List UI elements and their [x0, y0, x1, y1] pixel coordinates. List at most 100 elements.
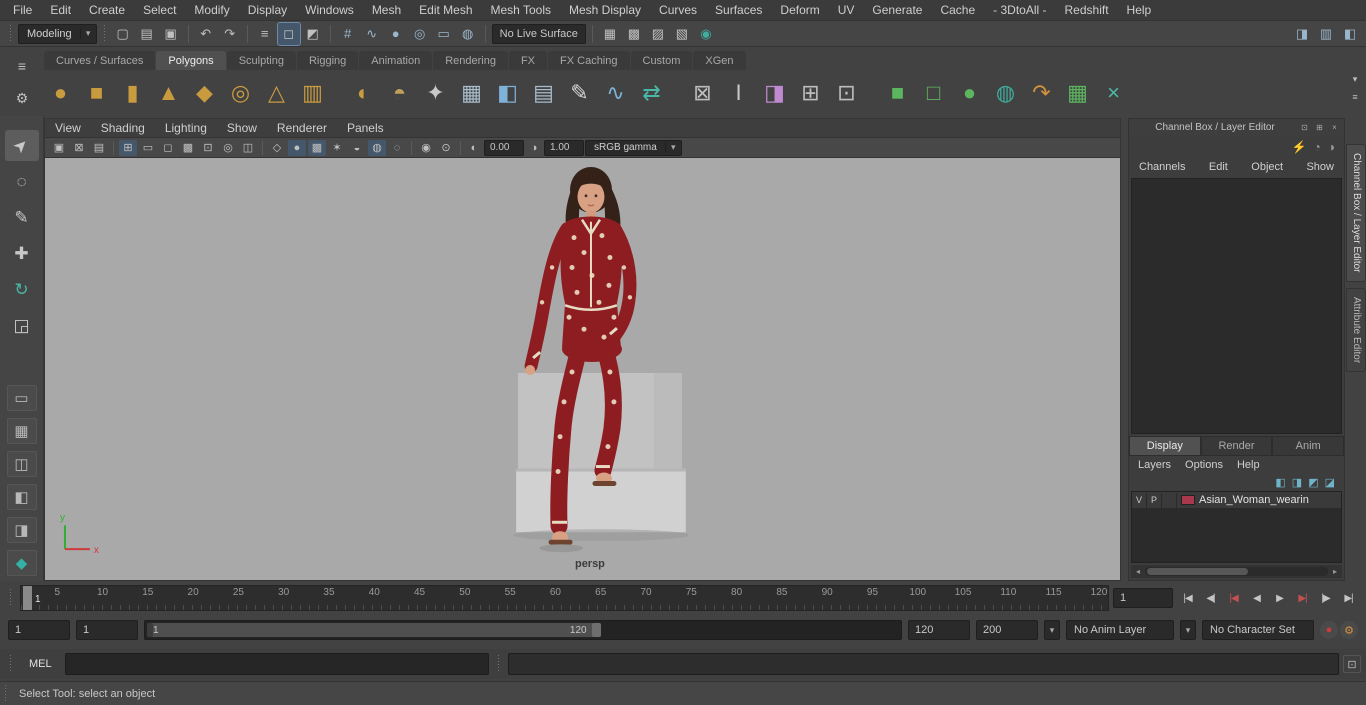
safe-title-icon[interactable]: ◫: [239, 140, 257, 156]
shelf-tab[interactable]: Rendering: [433, 51, 508, 70]
render-settings-icon[interactable]: ▧: [671, 23, 693, 45]
panel-menu-item[interactable]: View: [45, 121, 91, 135]
colorspace-dropdown[interactable]: sRGB gamma ▾: [585, 139, 682, 156]
grid-toggle-icon[interactable]: ⊞: [119, 139, 137, 156]
gate-mask-icon[interactable]: ▩: [179, 140, 197, 156]
platonic-solid-icon[interactable]: ✦: [419, 77, 452, 110]
live-surface-field[interactable]: No Live Surface: [491, 23, 586, 44]
quad-draw-icon[interactable]: ▦: [1061, 77, 1094, 110]
layer-type-cell[interactable]: [1162, 492, 1177, 508]
poly-pipe-icon[interactable]: ▥: [296, 77, 329, 110]
menu-item[interactable]: Mesh Tools: [482, 0, 560, 21]
curve-tool-icon[interactable]: ∿: [599, 77, 632, 110]
pencil-curve-icon[interactable]: ✎: [563, 77, 596, 110]
lock-camera-icon[interactable]: ⊠: [70, 140, 88, 156]
channel-box-toggle-icon[interactable]: ◧: [1339, 23, 1361, 45]
layer-row[interactable]: V P Asian_Woman_wearin: [1132, 492, 1341, 509]
layer-editor-tab[interactable]: Anim: [1272, 436, 1345, 456]
shelf-popup-icon[interactable]: ▾: [1348, 72, 1362, 86]
icon[interactable]: [332, 77, 344, 110]
scrollbar-track[interactable]: [1145, 567, 1328, 576]
new-scene-icon[interactable]: ▢: [112, 23, 134, 45]
range-end-handle[interactable]: [591, 623, 601, 637]
poly-cube-icon[interactable]: ■: [80, 77, 113, 110]
layer-swatch[interactable]: [1181, 495, 1195, 505]
xray-icon[interactable]: ⊙: [437, 140, 455, 156]
snap-grid-icon[interactable]: #: [337, 23, 359, 45]
snap-projected-center-icon[interactable]: ◎: [409, 23, 431, 45]
separate-icon[interactable]: □: [917, 77, 950, 110]
shelf-tab[interactable]: Curves / Surfaces: [44, 51, 156, 70]
grip-handle[interactable]: [8, 24, 13, 43]
shelf-tab[interactable]: Rigging: [296, 51, 359, 70]
camera-attributes-icon[interactable]: ▤: [90, 140, 108, 156]
go-to-end-button[interactable]: ▶|: [1338, 588, 1359, 608]
grip-handle[interactable]: [495, 655, 501, 673]
command-input[interactable]: [64, 653, 489, 675]
time-slider-ruler[interactable]: 1 5 10 15 20 25 30 35 40 45 50 55 60 65 70 75 80 85 90 95 1…: [20, 585, 1109, 611]
gamma-field[interactable]: 1.00: [544, 139, 584, 156]
range-slider-track[interactable]: 1 120: [144, 620, 902, 640]
layer-visible-toggle[interactable]: V: [1132, 492, 1147, 508]
animation-end-field[interactable]: [976, 620, 1038, 640]
character-set-field[interactable]: No Character Set: [1202, 620, 1314, 640]
smooth-sphere-icon[interactable]: ◐: [347, 77, 380, 110]
layer-editor-menu-item[interactable]: Help: [1237, 459, 1260, 471]
menu-item[interactable]: Mesh: [363, 0, 410, 21]
menu-item[interactable]: Edit Mesh: [410, 0, 481, 21]
panel-menu-item[interactable]: Shading: [91, 121, 155, 135]
ao-icon[interactable]: ◍: [368, 139, 386, 156]
shelf-list-icon[interactable]: ≡: [1348, 90, 1362, 104]
lights-icon[interactable]: ✶: [328, 140, 346, 156]
icon[interactable]: [113, 140, 114, 155]
sculpt-icon[interactable]: I: [722, 77, 755, 110]
shelf-tab[interactable]: Animation: [359, 51, 433, 70]
icon[interactable]: [460, 140, 461, 155]
menu-item[interactable]: Curves: [650, 0, 706, 21]
isolate-select-icon[interactable]: ◉: [417, 140, 435, 156]
modeling-toolkit-icon[interactable]: ◆: [6, 550, 37, 576]
menu-item[interactable]: Redshift: [1056, 0, 1118, 21]
save-scene-icon[interactable]: ▣: [160, 23, 182, 45]
symmetry-icon[interactable]: ⇄: [635, 77, 668, 110]
icon[interactable]: [866, 77, 878, 110]
icon[interactable]: [671, 77, 683, 110]
layer-list[interactable]: V P Asian_Woman_wearin: [1131, 491, 1342, 563]
layer-scrollbar[interactable]: ◂ ▸: [1131, 565, 1342, 578]
scrollbar-thumb[interactable]: [1147, 568, 1248, 575]
side-tab[interactable]: Channel Box / Layer Editor: [1346, 144, 1366, 282]
panel-menu-item[interactable]: Renderer: [267, 121, 337, 135]
move-layer-down-icon[interactable]: ◨: [1292, 476, 1302, 489]
gamma-icon[interactable]: ◑: [525, 140, 543, 156]
snap-point-icon[interactable]: ●: [385, 23, 407, 45]
menu-item[interactable]: Create: [80, 0, 134, 21]
step-back-key-button[interactable]: |◀: [1223, 588, 1244, 608]
move-tool[interactable]: ✚: [5, 238, 39, 269]
ipr-render-icon[interactable]: ▨: [647, 23, 669, 45]
go-to-start-button[interactable]: |◀: [1177, 588, 1198, 608]
channel-box-menu-item[interactable]: Show: [1306, 161, 1334, 173]
current-frame-field[interactable]: [1113, 588, 1173, 608]
grip-handle[interactable]: [3, 684, 8, 703]
new-layer-from-selected-icon[interactable]: ◪: [1325, 476, 1335, 489]
chevron-down-icon[interactable]: ▾: [1180, 620, 1196, 640]
anim-layer-field[interactable]: No Anim Layer: [1066, 620, 1174, 640]
combine-icon[interactable]: ■: [881, 77, 914, 110]
smooth-mesh-icon[interactable]: ●: [953, 77, 986, 110]
plane-grid-icon[interactable]: ▦: [455, 77, 488, 110]
current-frame-marker[interactable]: [23, 586, 32, 610]
select-hierarchy-icon[interactable]: ≡: [254, 23, 276, 45]
range-slider-range[interactable]: 1 120: [147, 623, 601, 637]
chevron-down-icon[interactable]: ▾: [1044, 620, 1060, 640]
playback-end-field[interactable]: [908, 620, 970, 640]
layer-editor-tab[interactable]: Render: [1200, 436, 1273, 456]
channel-hyperbolic-icon[interactable]: ◔: [1314, 140, 1321, 154]
uv-sphere-icon[interactable]: ◓: [383, 77, 416, 110]
shadows-icon[interactable]: ◒: [348, 140, 366, 156]
poly-cylinder-icon[interactable]: ▮: [116, 77, 149, 110]
close-icon[interactable]: ×: [1328, 121, 1341, 134]
open-scene-icon[interactable]: ▤: [136, 23, 158, 45]
menu-item[interactable]: Surfaces: [706, 0, 771, 21]
multi-cut-icon[interactable]: ×: [1097, 77, 1130, 110]
menu-item[interactable]: Generate: [863, 0, 931, 21]
